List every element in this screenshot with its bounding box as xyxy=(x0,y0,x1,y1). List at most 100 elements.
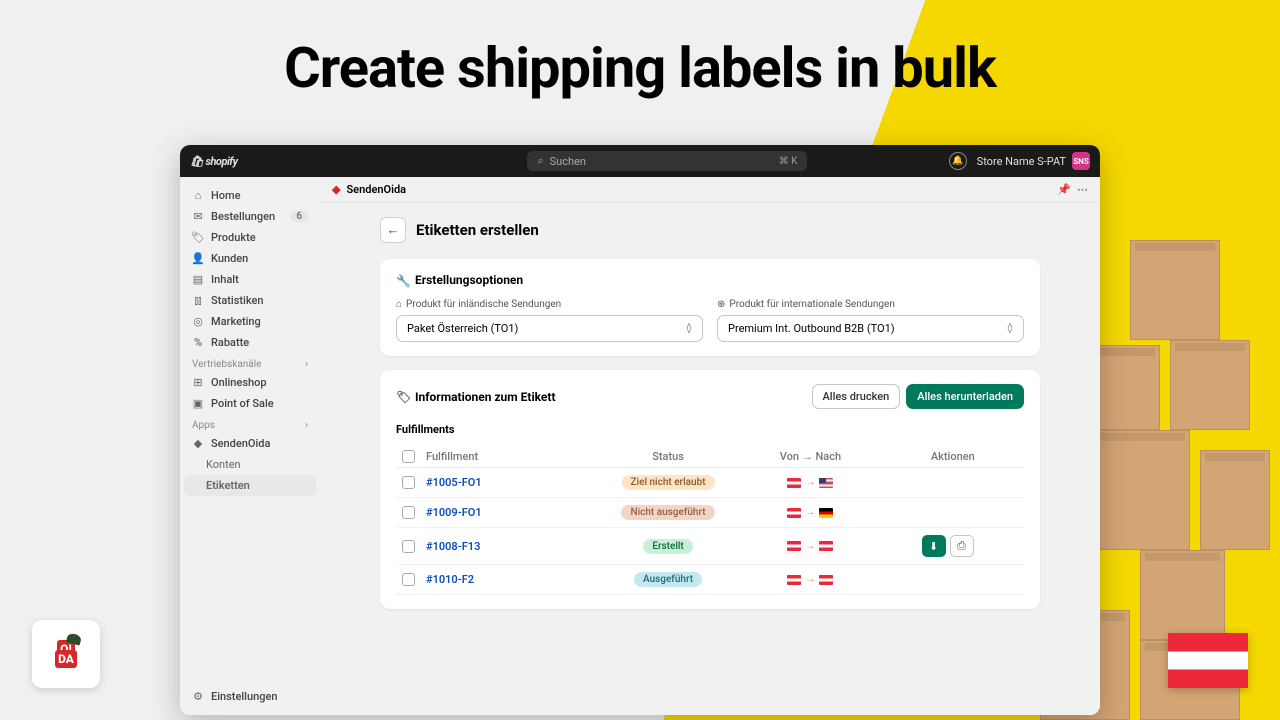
flag-from-icon xyxy=(787,508,801,518)
status-badge: Nicht ausgeführt xyxy=(621,505,714,520)
sidebar-item-settings[interactable]: ⚙Einstellungen xyxy=(184,686,316,707)
domestic-select[interactable]: Paket Österreich (TO1) ˄˅ xyxy=(396,315,703,342)
th-route: Von → Nach xyxy=(739,450,881,463)
flag-from-icon xyxy=(787,575,801,585)
route: → xyxy=(739,541,881,552)
marketing-icon: ◎ xyxy=(192,316,204,328)
sidebar-item-onlinestore[interactable]: ⊞Onlineshop xyxy=(184,372,316,393)
app-icon: ◆ xyxy=(192,438,204,450)
row-checkbox[interactable] xyxy=(402,506,415,519)
content-area: ◆ SendenOida 📌 ⋯ ← Etiketten erstellen 🔧… xyxy=(320,177,1100,715)
status-badge: Ausgeführt xyxy=(634,572,702,587)
gear-icon: ⚙ xyxy=(192,691,204,703)
sidebar-item-products[interactable]: 🏷Produkte xyxy=(184,227,316,248)
sidebar-section-channels: Vertriebskanäle› xyxy=(184,353,316,372)
app-header: ◆ SendenOida 📌 ⋯ xyxy=(320,177,1100,203)
status-badge: Erstellt xyxy=(643,539,692,554)
sidebar-item-pos[interactable]: ▣Point of Sale xyxy=(184,393,316,414)
chevron-updown-icon: ˄˅ xyxy=(686,324,692,334)
sidebar-item-marketing[interactable]: ◎Marketing xyxy=(184,311,316,332)
route: → xyxy=(739,477,881,488)
orders-icon: ✉ xyxy=(192,211,204,223)
route: → xyxy=(739,507,881,518)
th-actions: Aktionen xyxy=(882,450,1024,463)
chevron-right-icon[interactable]: › xyxy=(305,420,308,431)
fulfillment-link[interactable]: #1010-F2 xyxy=(426,573,474,586)
discounts-icon: % xyxy=(192,337,204,349)
intl-label: ⊕Produkt für internationale Sendungen xyxy=(717,299,1024,310)
flag-to-icon xyxy=(819,508,833,518)
content-icon: ▤ xyxy=(192,274,204,286)
flag-from-icon xyxy=(787,541,801,551)
sidebar-item-sendenoida[interactable]: ◆SendenOida xyxy=(184,433,316,454)
select-all-checkbox[interactable] xyxy=(402,450,415,463)
analytics-icon: ⫾⫾ xyxy=(192,295,204,307)
wrench-icon: 🔧 xyxy=(396,274,409,287)
search-input[interactable]: ⌕ Suchen ⌘ K xyxy=(527,151,807,171)
status-badge: Ziel nicht erlaubt xyxy=(622,475,715,490)
austria-flag xyxy=(1168,633,1248,688)
pos-icon: ▣ xyxy=(192,398,204,410)
search-icon: ⌕ xyxy=(537,154,543,168)
sidebar-item-analytics[interactable]: ⫾⫾Statistiken xyxy=(184,290,316,311)
flag-from-icon xyxy=(787,478,801,488)
chevron-right-icon[interactable]: › xyxy=(305,359,308,370)
search-shortcut: ⌘ K xyxy=(779,156,798,167)
table-row: #1009-FO1 Nicht ausgeführt → xyxy=(396,498,1024,528)
table-row: #1010-F2 Ausgeführt → xyxy=(396,565,1024,595)
hero-title: Create shipping labels in bulk xyxy=(0,35,1280,101)
back-button[interactable]: ← xyxy=(380,217,406,243)
customers-icon: 👤 xyxy=(192,253,204,265)
intl-select[interactable]: Premium Int. Outbound B2B (TO1) ˄˅ xyxy=(717,315,1024,342)
table-row: #1008-F13 Erstellt → ⬇⎙ xyxy=(396,528,1024,565)
sidebar-item-konten[interactable]: Konten xyxy=(184,454,316,475)
page-title: Etiketten erstellen xyxy=(416,221,539,239)
row-checkbox[interactable] xyxy=(402,476,415,489)
sidebar-item-discounts[interactable]: %Rabatte xyxy=(184,332,316,353)
products-icon: 🏷 xyxy=(192,232,204,244)
pin-icon[interactable]: 📌 xyxy=(1057,183,1071,196)
label-info-card: 🏷Informationen zum Etikett Alles drucken… xyxy=(380,370,1040,609)
home-icon: ⌂ xyxy=(192,190,204,202)
app-icon: ◆ xyxy=(332,183,340,196)
sidebar-item-customers[interactable]: 👤Kunden xyxy=(184,248,316,269)
shopify-logo: 🛍shopify xyxy=(190,155,237,168)
table-row: #1005-FO1 Ziel nicht erlaubt → xyxy=(396,468,1024,498)
fulfillment-link[interactable]: #1009-FO1 xyxy=(426,506,482,519)
avatar: SNS xyxy=(1072,152,1090,170)
flag-to-icon xyxy=(819,575,833,585)
fulfillment-link[interactable]: #1008-F13 xyxy=(426,540,480,553)
print-icon[interactable]: ⎙ xyxy=(950,535,974,557)
fulfillment-link[interactable]: #1005-FO1 xyxy=(426,476,482,489)
more-icon[interactable]: ⋯ xyxy=(1077,183,1088,196)
store-menu[interactable]: Store Name S-PAT SNS xyxy=(977,152,1090,170)
sidebar-item-etiketten[interactable]: Etiketten xyxy=(184,475,316,496)
row-checkbox[interactable] xyxy=(402,540,415,553)
flag-to-icon xyxy=(819,478,833,488)
label-icon: 🏷 xyxy=(396,390,409,403)
domestic-label: ⌂Produkt für inländische Sendungen xyxy=(396,299,703,310)
options-card: 🔧Erstellungsoptionen ⌂Produkt für inländ… xyxy=(380,259,1040,356)
chevron-updown-icon: ˄˅ xyxy=(1007,324,1013,334)
row-checkbox[interactable] xyxy=(402,573,415,586)
shopify-admin-window: 🛍shopify ⌕ Suchen ⌘ K 🔔 Store Name S-PAT… xyxy=(180,145,1100,715)
flag-to-icon xyxy=(819,541,833,551)
th-status: Status xyxy=(597,450,739,463)
house-icon: ⌂ xyxy=(396,299,402,310)
th-fulfillment: Fulfillment xyxy=(426,450,597,463)
sidebar-item-home[interactable]: ⌂Home xyxy=(184,185,316,206)
print-all-button[interactable]: Alles drucken xyxy=(812,384,901,409)
sidebar: ⌂Home ✉Bestellungen6 🏷Produkte 👤Kunden ▤… xyxy=(180,177,320,715)
sidebar-item-content[interactable]: ▤Inhalt xyxy=(184,269,316,290)
sendenoida-logo: OIDA xyxy=(32,620,100,688)
notifications-icon[interactable]: 🔔 xyxy=(949,152,967,170)
store-icon: ⊞ xyxy=(192,377,204,389)
globe-icon: ⊕ xyxy=(717,299,725,310)
route: → xyxy=(739,574,881,585)
fulfillments-title: Fulfillments xyxy=(396,423,1024,436)
download-icon[interactable]: ⬇ xyxy=(922,535,946,557)
download-all-button[interactable]: Alles herunterladen xyxy=(906,384,1024,409)
sidebar-item-orders[interactable]: ✉Bestellungen6 xyxy=(184,206,316,227)
sidebar-section-apps: Apps› xyxy=(184,414,316,433)
topbar: 🛍shopify ⌕ Suchen ⌘ K 🔔 Store Name S-PAT… xyxy=(180,145,1100,177)
